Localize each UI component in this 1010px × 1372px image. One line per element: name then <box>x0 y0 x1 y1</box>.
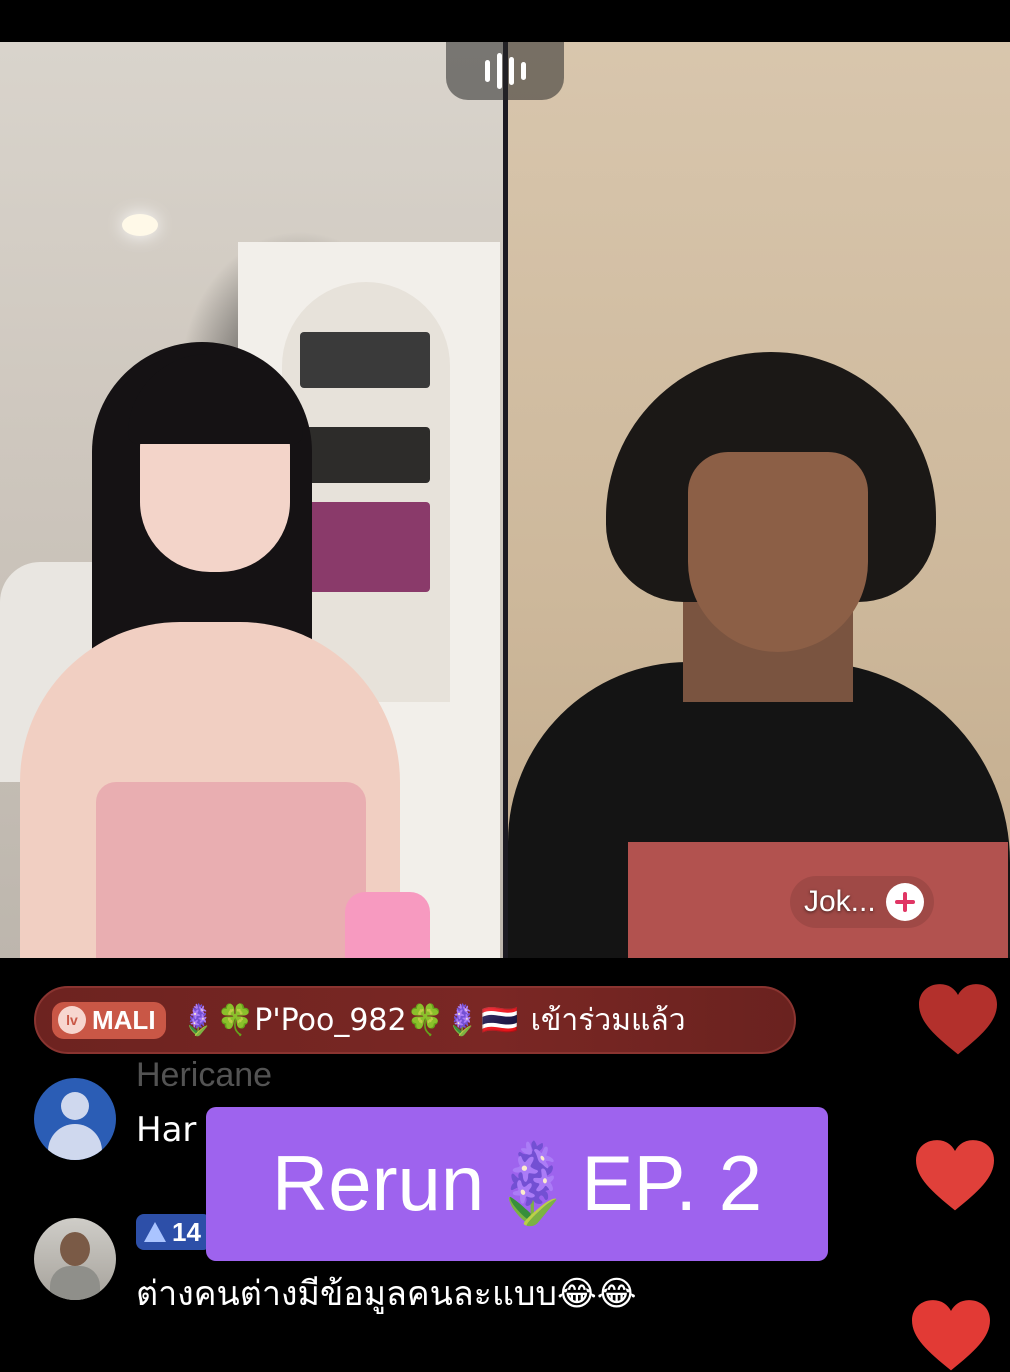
pink-bottle <box>345 892 430 958</box>
guest-name-tag[interactable]: Jok... <box>790 876 934 928</box>
audio-bars-icon[interactable] <box>446 42 564 100</box>
level-icon: lv <box>58 1006 86 1034</box>
comment-text: Har <box>136 1110 197 1150</box>
shelf-decor <box>300 502 430 592</box>
guest-video-right[interactable] <box>508 42 1010 958</box>
comment-text: ต่างคนต่างมีข้อมูลคนละแบบ😂😂 <box>136 1274 637 1314</box>
join-username: 🪻🍀P'Poo_982🍀🪻🇹🇭 <box>179 1002 519 1038</box>
default-avatar-icon[interactable] <box>34 1078 116 1160</box>
guest-face <box>688 452 868 652</box>
rerun-title: Rerun🪻EP. 2 <box>271 1139 763 1227</box>
comment-item: Hericane Har <box>34 1056 272 1160</box>
join-message: เข้าร่วมแล้ว <box>530 1002 686 1038</box>
plus-icon[interactable] <box>885 883 924 921</box>
rerun-title-card: Rerun🪻EP. 2 <box>206 1107 828 1261</box>
heart-icon[interactable] <box>916 1140 994 1212</box>
join-banner: lv MALI 🪻🍀P'Poo_982🍀🪻🇹🇭 เข้าร่วมแล้ว <box>34 986 796 1054</box>
top-status-strip <box>0 0 1010 42</box>
host-video-left[interactable] <box>0 42 503 958</box>
rank-triangle-icon <box>144 1222 166 1242</box>
comment-username: Hericane <box>136 1056 273 1094</box>
host-top <box>96 782 366 958</box>
shelf-plaques <box>300 427 430 483</box>
user-photo-avatar[interactable] <box>34 1218 116 1300</box>
level-badge: lv MALI <box>52 1001 166 1039</box>
heart-icon[interactable] <box>912 1300 990 1372</box>
rank-badge: 14 <box>136 1214 211 1250</box>
guest-name: Jok... <box>804 885 876 918</box>
rank-number: 14 <box>172 1216 201 1247</box>
level-label: MALI <box>92 1004 156 1035</box>
shelf-trophies <box>300 332 430 388</box>
ceiling-lamp <box>122 214 158 236</box>
heart-icon[interactable] <box>919 984 997 1056</box>
